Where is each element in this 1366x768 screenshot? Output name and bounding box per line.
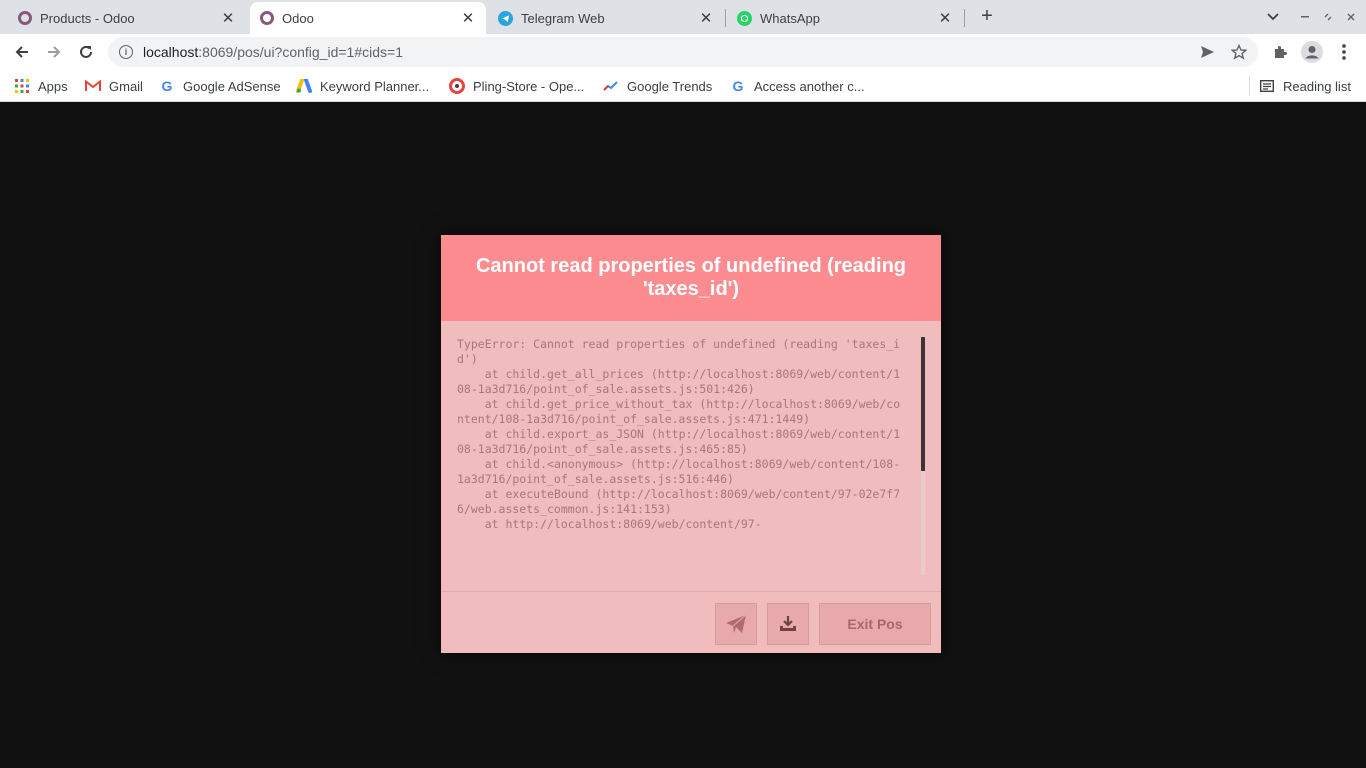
url-path: :8069/pos/ui?config_id=1#cids=1: [198, 44, 403, 60]
send-error-button[interactable]: [715, 603, 757, 645]
address-bar[interactable]: i localhost:8069/pos/ui?config_id=1#cids…: [108, 37, 1258, 67]
error-dialog-title: Cannot read properties of undefined (rea…: [475, 255, 907, 300]
forward-button[interactable]: [40, 38, 68, 66]
odoo-icon: [260, 11, 274, 25]
url-host: localhost: [143, 44, 199, 60]
whatsapp-icon: [737, 10, 752, 26]
error-dialog-header: Cannot read properties of undefined (rea…: [441, 235, 941, 321]
bookmark-keyword-planner[interactable]: Keyword Planner...: [296, 76, 429, 96]
google-icon: G: [161, 78, 173, 94]
profile-avatar[interactable]: [1300, 40, 1324, 64]
google-icon: G: [732, 78, 744, 94]
window-close-icon[interactable]: [1342, 6, 1360, 28]
close-icon[interactable]: ✕: [698, 10, 714, 27]
back-button[interactable]: [8, 38, 36, 66]
tab-odoo[interactable]: Odoo ✕: [250, 2, 486, 34]
bookmark-gmail[interactable]: Gmail: [85, 76, 143, 96]
tab-title: Telegram Web: [521, 10, 605, 26]
trends-icon: [603, 78, 619, 94]
scrollbar-thumb[interactable]: [921, 337, 925, 471]
tab-strip: Products - Odoo ✕ Odoo ✕ Telegram Web ✕ …: [0, 0, 1366, 34]
tab-separator: [725, 9, 726, 27]
tab-title: WhatsApp: [760, 10, 820, 26]
exit-pos-label: Exit Pos: [847, 616, 903, 632]
bookmark-google-trends[interactable]: Google Trends: [603, 76, 712, 96]
bookmark-label: Gmail: [109, 78, 143, 94]
browser-toolbar: i localhost:8069/pos/ui?config_id=1#cids…: [0, 34, 1366, 70]
tab-separator: [964, 9, 965, 27]
download-icon: [780, 616, 796, 631]
bookmark-label: Keyword Planner...: [320, 78, 430, 94]
bookmark-access-another[interactable]: G Access another c...: [730, 76, 865, 96]
exit-pos-button[interactable]: Exit Pos: [819, 603, 931, 645]
minimize-icon[interactable]: [1296, 6, 1314, 28]
bookmark-apps[interactable]: Apps: [14, 76, 68, 96]
traceback-scrollbar[interactable]: [921, 337, 925, 575]
bookmark-label: Apps: [38, 78, 68, 94]
bookmark-label: Google Trends: [627, 78, 713, 94]
tab-title: Products - Odoo: [40, 10, 135, 26]
reading-list-label: Reading list: [1283, 78, 1351, 94]
close-icon[interactable]: ✕: [937, 10, 953, 27]
tab-products-odoo[interactable]: Products - Odoo ✕: [8, 2, 246, 34]
extensions-icon[interactable]: [1268, 40, 1292, 64]
pling-icon: [449, 78, 465, 94]
new-tab-button[interactable]: +: [976, 5, 998, 27]
forward-arrow-icon: [48, 46, 61, 58]
pos-page: Cannot read properties of undefined (rea…: [0, 103, 1366, 768]
tab-whatsapp[interactable]: WhatsApp ✕: [727, 2, 963, 34]
reload-icon: [80, 45, 92, 58]
download-error-button[interactable]: [767, 603, 809, 645]
bookmark-label: Google AdSense: [183, 78, 281, 94]
menu-kebab-icon[interactable]: [1332, 40, 1356, 64]
gmail-icon: [85, 78, 101, 94]
close-icon[interactable]: ✕: [460, 10, 476, 27]
google-ads-icon: [296, 78, 312, 94]
telegram-icon: [498, 10, 513, 26]
tab-search-icon[interactable]: [1264, 6, 1282, 28]
tab-telegram-web[interactable]: Telegram Web ✕: [488, 2, 724, 34]
paper-plane-icon: [726, 614, 747, 633]
odoo-icon: [18, 11, 32, 25]
back-arrow-icon: [15, 46, 28, 58]
bookmark-label: Access another c...: [754, 78, 865, 94]
bookmark-separator: [1249, 76, 1250, 96]
close-icon[interactable]: ✕: [220, 10, 236, 27]
reading-list-button[interactable]: Reading list: [1259, 76, 1351, 96]
apps-grid-icon: [14, 78, 30, 94]
reading-list-icon: [1259, 78, 1275, 94]
error-traceback: TypeError: Cannot read properties of und…: [457, 337, 901, 531]
bookmark-star-icon[interactable]: [1230, 43, 1248, 61]
error-dialog: Cannot read properties of undefined (rea…: [441, 235, 941, 653]
restore-icon[interactable]: [1319, 6, 1337, 28]
bookmarks-bar: Apps Gmail G Google AdSense Keyword Plan…: [0, 70, 1366, 102]
address-url[interactable]: localhost:8069/pos/ui?config_id=1#cids=1: [143, 44, 403, 60]
error-dialog-footer: Exit Pos: [441, 591, 941, 653]
error-traceback-area[interactable]: TypeError: Cannot read properties of und…: [457, 337, 927, 575]
send-icon[interactable]: [1198, 43, 1216, 61]
bookmark-label: Pling-Store - Ope...: [473, 78, 585, 94]
bookmark-pling-store[interactable]: Pling-Store - Ope...: [449, 76, 584, 96]
tab-title: Odoo: [282, 10, 314, 26]
bookmark-google-adsense[interactable]: G Google AdSense: [159, 76, 281, 96]
reload-button[interactable]: [72, 38, 100, 66]
site-info-icon[interactable]: i: [119, 45, 133, 59]
